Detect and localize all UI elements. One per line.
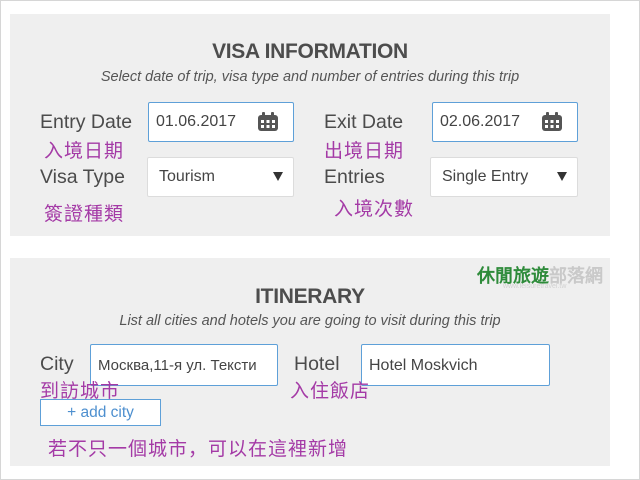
visa-type-label: Visa Type (40, 166, 125, 188)
watermark-url: www.leisuretravel.tw (503, 283, 567, 290)
city-value: Москва,11-я ул. Тексти (98, 357, 257, 374)
visa-subheading: Select date of trip, visa type and numbe… (100, 69, 520, 85)
hotel-value: Hotel Moskvich (369, 357, 478, 374)
visa-type-annotation: 簽證種類 (44, 203, 125, 225)
entries-value: Single Entry (442, 168, 529, 185)
chevron-down-icon (557, 172, 567, 181)
hotel-input[interactable]: Hotel Moskvich (361, 344, 550, 386)
hotel-label: Hotel (294, 353, 340, 375)
exit-date-annotation: 出境日期 (324, 140, 405, 162)
visa-heading: VISA INFORMATION (212, 40, 408, 63)
itinerary-subheading: List all cities and hotels you are going… (119, 313, 501, 329)
add-city-button[interactable]: + add city (40, 399, 161, 426)
calendar-icon[interactable] (257, 112, 279, 132)
exit-date-label: Exit Date (324, 111, 404, 133)
entry-date-annotation: 入境日期 (44, 140, 125, 162)
visa-type-value: Tourism (159, 168, 216, 185)
chevron-down-icon (273, 172, 283, 181)
exit-date-input[interactable]: 02.06.2017 (432, 102, 578, 142)
visa-type-select[interactable]: Tourism (147, 157, 294, 197)
exit-date-value: 02.06.2017 (440, 113, 521, 130)
entry-date-label: Entry Date (40, 111, 133, 133)
add-city-annotation: 若不只一個城市，可以在這裡新增 (48, 438, 349, 460)
entries-label: Entries (324, 166, 385, 188)
entries-select[interactable]: Single Entry (430, 157, 578, 197)
entries-annotation: 入境次數 (334, 198, 415, 220)
calendar-icon[interactable] (541, 112, 563, 132)
hotel-annotation: 入住飯店 (290, 380, 371, 402)
entry-date-value: 01.06.2017 (156, 113, 237, 130)
city-label: City (40, 353, 74, 375)
entry-date-input[interactable]: 01.06.2017 (148, 102, 294, 142)
